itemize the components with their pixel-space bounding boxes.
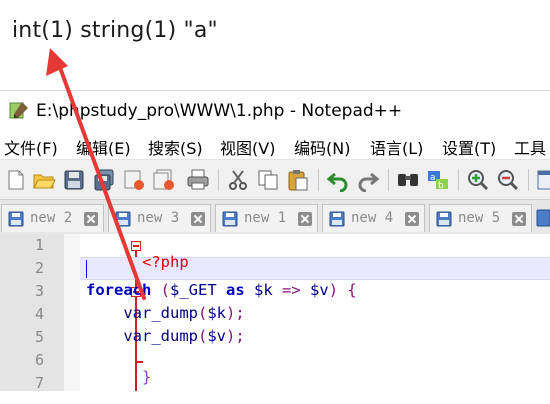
menu-bar: 文件(F) 编辑(E) 搜索(S) 视图(V) 编码(N) 语言(L) 设置(T…: [0, 129, 550, 159]
save-all-icon[interactable]: [92, 168, 116, 192]
line-number: 5: [34, 328, 44, 346]
tab-new-3[interactable]: new 3: [108, 204, 211, 232]
cut-icon[interactable]: [226, 168, 250, 192]
tab-label: new 3: [137, 210, 180, 226]
svg-text:b: b: [438, 181, 444, 191]
save-icon: [436, 211, 452, 227]
print-icon[interactable]: [186, 168, 210, 192]
line-number: 6: [34, 351, 44, 369]
notepadpp-logo-icon: [9, 102, 28, 119]
menu-tools[interactable]: 工具: [514, 135, 546, 159]
line-number: 7: [34, 374, 44, 392]
menu-file[interactable]: 文件(F): [4, 135, 58, 159]
menu-edit[interactable]: 编辑(E): [76, 135, 131, 159]
variable: $_GET: [170, 281, 217, 299]
operator: (: [197, 327, 208, 345]
line-number-gutter: 1 2 3 4 5 6 7: [0, 234, 64, 392]
menu-language[interactable]: 语言(L): [370, 135, 423, 159]
undo-icon[interactable]: [326, 168, 350, 192]
window-title: E:\phpstudy_pro\WWW\1.php - Notepad++: [36, 101, 403, 121]
output-panel: int(1) string(1) "a": [0, 0, 550, 90]
operator: (: [197, 304, 208, 322]
tab-label: new 4: [351, 210, 394, 226]
php-open-tag: <?php: [142, 253, 189, 271]
operator: ) {: [328, 281, 357, 299]
keyword: as: [226, 281, 245, 299]
code-line-6: }: [86, 350, 151, 404]
tab-bar: new 2 new 3 new 1 new 4 new 5: [0, 199, 550, 235]
save-icon: [222, 211, 238, 227]
line-number: 3: [34, 282, 44, 300]
code-line-3: foreach ($_GET as $k => $v) {: [86, 281, 357, 299]
tab-new-1[interactable]: new 1: [215, 204, 318, 232]
function-name: var_dump: [123, 304, 198, 322]
sync-view-icon[interactable]: [536, 168, 550, 192]
zoom-in-icon[interactable]: [466, 168, 490, 192]
tab-new-2[interactable]: new 2: [1, 204, 104, 232]
fold-margin: [64, 234, 143, 391]
keyword: foreach: [86, 281, 152, 299]
new-file-icon[interactable]: [4, 168, 28, 192]
replace-icon[interactable]: ab: [426, 168, 450, 192]
notepadpp-window: E:\phpstudy_pro\WWW\1.php - Notepad++ 文件…: [0, 90, 550, 392]
tab-new-4[interactable]: new 4: [322, 204, 425, 232]
find-icon[interactable]: [396, 168, 420, 192]
close-all-icon[interactable]: [152, 168, 176, 192]
toolbar: ab: [0, 159, 550, 200]
save-icon[interactable]: [62, 168, 86, 192]
svg-text:a: a: [430, 173, 436, 183]
close-icon[interactable]: [122, 168, 146, 192]
menu-search[interactable]: 搜索(S): [148, 135, 203, 159]
tab-label: new 2: [30, 210, 73, 226]
code-line-4: var_dump($k);: [86, 304, 245, 322]
menu-encoding[interactable]: 编码(N): [294, 135, 350, 159]
close-icon[interactable]: [512, 212, 526, 226]
variable: $v: [310, 281, 329, 299]
toolbar-separator: [388, 169, 389, 191]
line-number: 4: [34, 305, 44, 323]
paste-icon[interactable]: [286, 168, 310, 192]
closing-brace: }: [142, 368, 152, 386]
code-editor[interactable]: 1 2 3 4 5 6 7 <?php foreach ($_GET as $k…: [0, 234, 550, 392]
tab-label: new 1: [244, 210, 287, 226]
operator: (: [151, 281, 170, 299]
tab-new-5[interactable]: new 5: [429, 204, 532, 232]
line-number: 2: [34, 259, 44, 277]
operator: =>: [272, 281, 311, 299]
zoom-out-icon[interactable]: [496, 168, 520, 192]
code-line-5: var_dump($v);: [86, 327, 245, 345]
redo-icon[interactable]: [356, 168, 380, 192]
function-name: var_dump: [123, 327, 198, 345]
close-icon[interactable]: [405, 212, 419, 226]
operator: );: [226, 327, 245, 345]
save-icon: [329, 211, 345, 227]
save-icon: [8, 211, 24, 227]
line-number: 1: [34, 236, 44, 254]
close-icon[interactable]: [191, 212, 205, 226]
tab-label: new 5: [458, 210, 501, 226]
open-file-icon[interactable]: [32, 168, 56, 192]
save-icon: [115, 211, 131, 227]
title-bar: E:\phpstudy_pro\WWW\1.php - Notepad++: [0, 91, 550, 129]
toolbar-separator: [318, 169, 319, 191]
copy-icon[interactable]: [256, 168, 280, 192]
toolbar-separator: [528, 169, 529, 191]
variable: $k: [207, 304, 226, 322]
output-text: int(1) string(1) "a": [12, 18, 218, 43]
menu-view[interactable]: 视图(V): [220, 135, 275, 159]
variable: $v: [207, 327, 226, 345]
toolbar-separator: [218, 169, 219, 191]
close-icon[interactable]: [298, 212, 312, 226]
menu-settings[interactable]: 设置(T): [442, 135, 496, 159]
variable: $k: [254, 281, 273, 299]
tab-scroll-save-icon: [536, 209, 550, 227]
close-icon[interactable]: [84, 212, 98, 226]
toolbar-separator: [458, 169, 459, 191]
operator: );: [226, 304, 245, 322]
